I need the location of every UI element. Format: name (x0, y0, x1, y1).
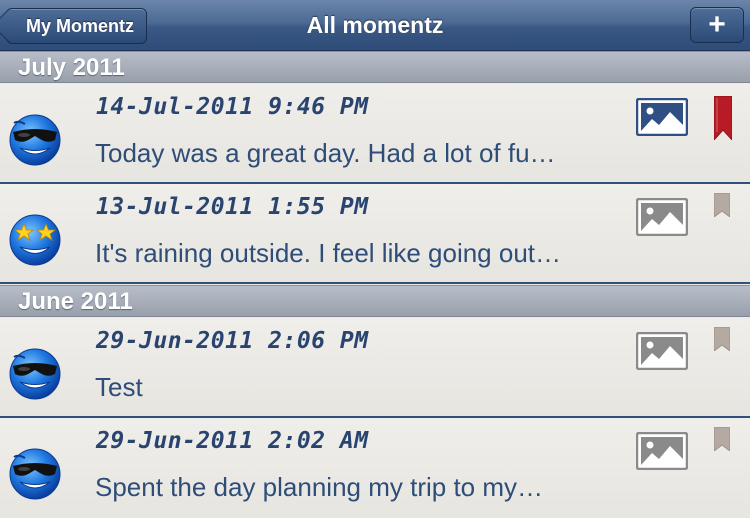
moment-text: Today was a great day. Had a lot of fu… (95, 138, 556, 168)
list-item[interactable]: 14-Jul-2011 9:46 PM Today was a great da… (0, 84, 750, 184)
back-button-label: My Momentz (26, 16, 134, 36)
moment-text: Spent the day planning my trip to my… (95, 472, 544, 502)
moment-date: 29-Jun-2011 2:06 PM (96, 328, 369, 354)
photo-icon[interactable] (636, 98, 688, 136)
moment-text: It's raining outside. I feel like going … (95, 238, 562, 268)
bookmark-icon[interactable] (714, 427, 730, 451)
section-header-june-2011: June 2011 (0, 285, 750, 317)
navigation-bar: All momentz My Momentz + (0, 0, 750, 51)
bookmark-icon[interactable] (714, 96, 732, 140)
cool-sunglasses-smiley-icon (9, 448, 61, 500)
back-button[interactable]: My Momentz (6, 8, 147, 44)
list-item[interactable]: 13-Jul-2011 1:55 PM It's raining outside… (0, 184, 750, 284)
bookmark-icon[interactable] (714, 193, 730, 217)
list-item[interactable]: 29-Jun-2011 2:02 AM Spent the day planni… (0, 418, 750, 518)
photo-icon[interactable] (636, 432, 688, 470)
moment-text: Test (95, 372, 143, 402)
bookmark-icon[interactable] (714, 327, 730, 351)
photo-icon[interactable] (636, 332, 688, 370)
moment-date: 14-Jul-2011 9:46 PM (96, 94, 369, 120)
cool-sunglasses-smiley-icon (9, 114, 61, 166)
photo-icon[interactable] (636, 198, 688, 236)
moment-date: 13-Jul-2011 1:55 PM (96, 194, 369, 220)
list-item[interactable]: 29-Jun-2011 2:06 PM Test (0, 318, 750, 418)
add-moment-button[interactable]: + (690, 7, 744, 43)
star-eyes-smiley-icon (9, 214, 61, 266)
section-header-july-2011: July 2011 (0, 51, 750, 83)
cool-sunglasses-smiley-icon (9, 348, 61, 400)
moment-date: 29-Jun-2011 2:02 AM (96, 428, 369, 454)
